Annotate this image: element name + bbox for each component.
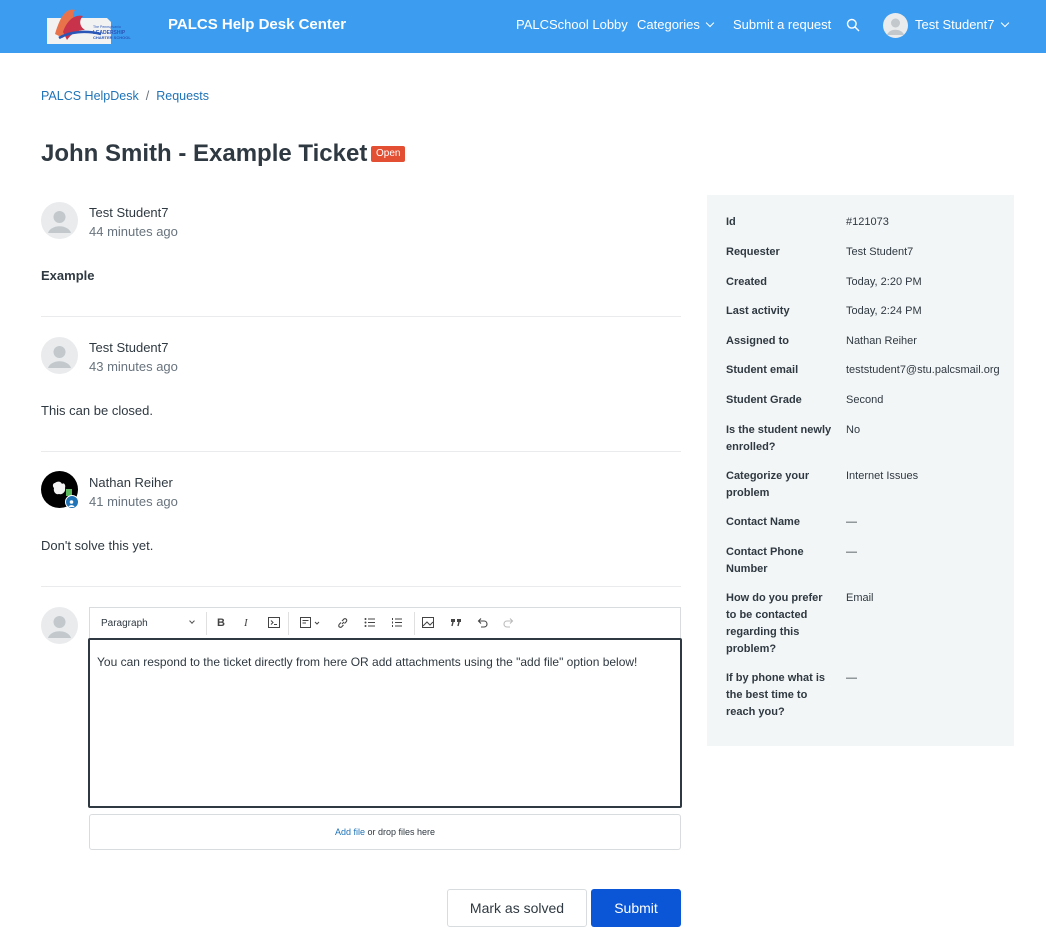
drop-files-text: or drop files here: [364, 827, 436, 837]
detail-label: Requester: [726, 246, 780, 258]
italic-icon[interactable]: I: [244, 617, 248, 629]
comment-divider: [41, 586, 681, 587]
detail-value: —: [846, 516, 857, 528]
bullet-list-icon[interactable]: [364, 617, 376, 631]
numbered-list-icon[interactable]: [391, 617, 403, 631]
comment-author: Test Student7: [89, 340, 169, 355]
comment-author: Nathan Reiher: [89, 475, 173, 490]
detail-label: Created: [726, 276, 767, 288]
bold-icon[interactable]: B: [217, 617, 225, 629]
file-dropzone[interactable]: Add file or drop files here: [89, 814, 681, 850]
chevron-down-icon: [705, 18, 715, 28]
detail-label: Assigned to: [726, 335, 789, 347]
user-avatar[interactable]: [883, 13, 908, 38]
detail-label: Last activity: [726, 305, 790, 317]
breadcrumb-requests[interactable]: Requests: [156, 89, 209, 103]
comment-body: Example: [41, 268, 95, 283]
add-file-link[interactable]: Add file: [335, 827, 365, 837]
search-icon[interactable]: [846, 18, 860, 32]
quote-icon[interactable]: [450, 617, 462, 631]
chevron-down-icon: [189, 618, 195, 624]
detail-value: —: [846, 672, 857, 684]
nav-categories[interactable]: Categories: [637, 17, 715, 32]
toolbar-separator: [288, 612, 289, 635]
comment-body: This can be closed.: [41, 403, 154, 418]
code-icon[interactable]: [268, 617, 280, 631]
mark-as-solved-button[interactable]: Mark as solved: [447, 889, 587, 927]
detail-value: Today, 2:24 PM: [846, 305, 922, 317]
code-block-icon[interactable]: [300, 617, 320, 631]
detail-label: Contact Name: [726, 516, 800, 528]
nav-lobby[interactable]: PALCSchool Lobby: [516, 17, 628, 32]
image-icon[interactable]: [422, 617, 434, 631]
redo-icon[interactable]: [503, 617, 515, 631]
status-badge: Open: [371, 146, 406, 162]
detail-value: teststudent7@stu.palcsmail.org: [846, 364, 1000, 376]
comment-divider: [41, 316, 681, 317]
brand-title[interactable]: PALCS Help Desk Center: [168, 16, 346, 33]
detail-label: Student email: [726, 364, 799, 376]
page-title: John Smith - Example Ticket: [41, 140, 368, 167]
ticket-details-panel: Id #121073 Requester Test Student7 Creat…: [707, 195, 1014, 746]
detail-value: #121073: [846, 216, 889, 228]
comment-divider: [41, 451, 681, 452]
breadcrumb: PALCS HelpDesk / Requests: [41, 89, 209, 103]
detail-label: Student Grade: [726, 394, 802, 406]
detail-value: —: [846, 546, 857, 558]
toolbar-separator: [414, 612, 415, 635]
detail-value: Test Student7: [846, 246, 914, 258]
detail-label: Contact Phone Number: [726, 546, 804, 575]
comment-time: 41 minutes ago: [89, 494, 178, 509]
detail-value: Today, 2:20 PM: [846, 276, 922, 288]
editor-toolbar: Paragraph B I: [89, 607, 681, 638]
submit-button[interactable]: Submit: [591, 889, 681, 927]
nav-submit-request[interactable]: Submit a request: [733, 17, 831, 32]
avatar: [41, 202, 78, 239]
detail-value: Email: [846, 592, 874, 604]
chevron-down-icon: [1000, 18, 1009, 28]
nav-categories-label: Categories: [637, 17, 700, 32]
detail-value: Nathan Reiher: [846, 335, 917, 347]
detail-label: How do you prefer to be contacted regard…: [726, 592, 823, 655]
detail-value: No: [846, 424, 861, 436]
detail-label: Id: [726, 216, 736, 228]
svg-text:CHARTER SCHOOL: CHARTER SCHOOL: [93, 35, 131, 40]
avatar: [41, 337, 78, 374]
svg-text:The Pennsylvania: The Pennsylvania: [93, 25, 121, 29]
detail-label: Is the student newly enrolled?: [726, 424, 832, 453]
breadcrumb-separator: /: [145, 89, 150, 103]
user-menu-label: Test Student7: [915, 17, 995, 32]
reply-editor[interactable]: You can respond to the ticket directly f…: [88, 638, 682, 808]
comment-time: 43 minutes ago: [89, 359, 178, 374]
comment-body: Don't solve this yet.: [41, 538, 154, 553]
reply-editor-text: You can respond to the ticket directly f…: [97, 655, 638, 669]
top-header: The Pennsylvania LEADERSHIP CHARTER SCHO…: [0, 0, 1046, 53]
user-menu[interactable]: Test Student7: [915, 17, 1009, 32]
agent-badge-icon: [65, 495, 79, 509]
detail-label: Categorize your problem: [726, 470, 810, 499]
toolbar-separator: [206, 612, 207, 635]
comment-author: Test Student7: [89, 205, 169, 220]
school-logo[interactable]: The Pennsylvania LEADERSHIP CHARTER SCHO…: [45, 4, 155, 46]
link-icon[interactable]: [337, 617, 349, 632]
undo-icon[interactable]: [476, 617, 488, 631]
detail-value: Second: [846, 394, 884, 406]
comment-time: 44 minutes ago: [89, 224, 178, 239]
format-select[interactable]: Paragraph: [101, 618, 148, 629]
breadcrumb-home[interactable]: PALCS HelpDesk: [41, 89, 139, 103]
detail-value: Internet Issues: [846, 470, 919, 482]
reply-avatar: [41, 607, 78, 644]
detail-label: If by phone what is the best time to rea…: [726, 672, 826, 718]
